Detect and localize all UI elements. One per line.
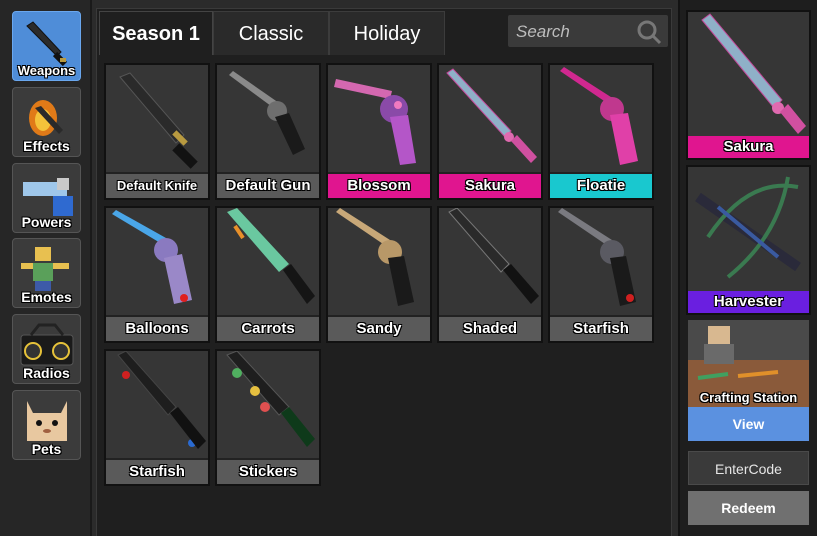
sidebar-item-label: Effects [23,138,70,154]
featured-panel: Sakura Harvester Crafting Station View E… [678,0,817,536]
featured-item-harvester[interactable]: Harvester [686,165,811,315]
knife-icon [119,72,198,169]
category-sidebar: Weapons Effects Powers Emotes Radios Pet… [0,0,92,536]
knife-icon [446,68,537,163]
item-name: Floatie [550,172,652,198]
item-card-starfish-gun[interactable]: Starfish [548,206,654,343]
item-name: Starfish [106,458,208,484]
crossbow-icon [695,176,801,279]
enter-code-input[interactable]: EnterCode [688,451,809,485]
item-name: Shaded [439,315,541,341]
sidebar-item-emotes[interactable]: Emotes [12,238,81,308]
item-name: Starfish [550,315,652,341]
sidebar-item-weapons[interactable]: Weapons [12,11,81,81]
revolver-icon [336,208,414,306]
item-thumbnail [217,208,319,317]
item-thumbnail [550,208,652,317]
item-thumbnail [106,351,208,460]
item-thumbnail [328,208,430,317]
featured-item-sakura[interactable]: Sakura [686,10,811,160]
item-thumbnail [106,65,208,174]
item-card-stickers[interactable]: Stickers [215,349,321,486]
item-name: Balloons [106,315,208,341]
item-card-default-gun[interactable]: Default Gun [215,63,321,200]
item-name: Default Gun [217,172,319,198]
revolver-icon [229,71,305,155]
item-card-blossom[interactable]: Blossom [326,63,432,200]
sidebar-item-radios[interactable]: Radios [12,314,81,384]
item-name: Default Knife [106,172,208,198]
item-name: Stickers [217,458,319,484]
search-input[interactable] [514,18,636,46]
tab-season-1[interactable]: Season 1 [99,11,213,55]
sidebar-item-label: Emotes [21,289,72,305]
sidebar-item-label: Pets [31,441,62,457]
featured-item-name: Sakura [688,136,809,158]
item-name: Blossom [328,172,430,198]
item-card-default-knife[interactable]: Default Knife [104,63,210,200]
item-thumbnail [550,65,652,174]
item-thumbnail [328,65,430,174]
item-card-sandy[interactable]: Sandy [326,206,432,343]
item-name: Carrots [217,315,319,341]
item-card-balloons[interactable]: Balloons [104,206,210,343]
item-name: Sakura [439,172,541,198]
item-thumbnail [106,208,208,317]
knife-icon [226,351,315,447]
item-thumbnail [217,65,319,174]
tab-holiday[interactable]: Holiday [329,11,445,55]
search-box [508,15,668,47]
sidebar-item-pets[interactable]: Pets [12,390,81,460]
tab-classic[interactable]: Classic [213,11,329,55]
sidebar-item-label: Radios [23,365,70,381]
sidebar-item-effects[interactable]: Effects [12,87,81,157]
featured-item-name: Harvester [688,291,809,313]
redeem-button[interactable]: Redeem [688,491,809,525]
inventory-panel: Season 1 Classic Holiday Default Knife [96,8,672,536]
crafting-station-label: Crafting Station [699,390,798,405]
item-thumbnail [439,208,541,317]
item-card-floatie[interactable]: Floatie [548,63,654,200]
view-button[interactable]: View [688,407,809,441]
item-card-shaded[interactable]: Shaded [437,206,543,343]
item-card-starfish-knife[interactable]: Starfish [104,349,210,486]
revolver-icon [334,79,416,165]
knife-icon [227,208,315,304]
sidebar-item-label: Powers [21,214,72,230]
sidebar-item-label: Weapons [17,63,76,78]
revolver-icon [558,208,636,306]
revolver-icon [112,210,192,304]
sidebar-item-powers[interactable]: Powers [12,163,81,233]
item-card-sakura[interactable]: Sakura [437,63,543,200]
item-card-carrots[interactable]: Carrots [215,206,321,343]
item-name: Sandy [328,315,430,341]
knife-icon [117,351,206,449]
search-icon[interactable] [636,19,662,45]
knife-icon [448,208,539,304]
knife-icon [701,13,806,134]
crafting-station-preview: Crafting Station [688,320,809,408]
item-thumbnail [217,351,319,460]
revolver-icon [560,67,638,165]
item-thumbnail [439,65,541,174]
